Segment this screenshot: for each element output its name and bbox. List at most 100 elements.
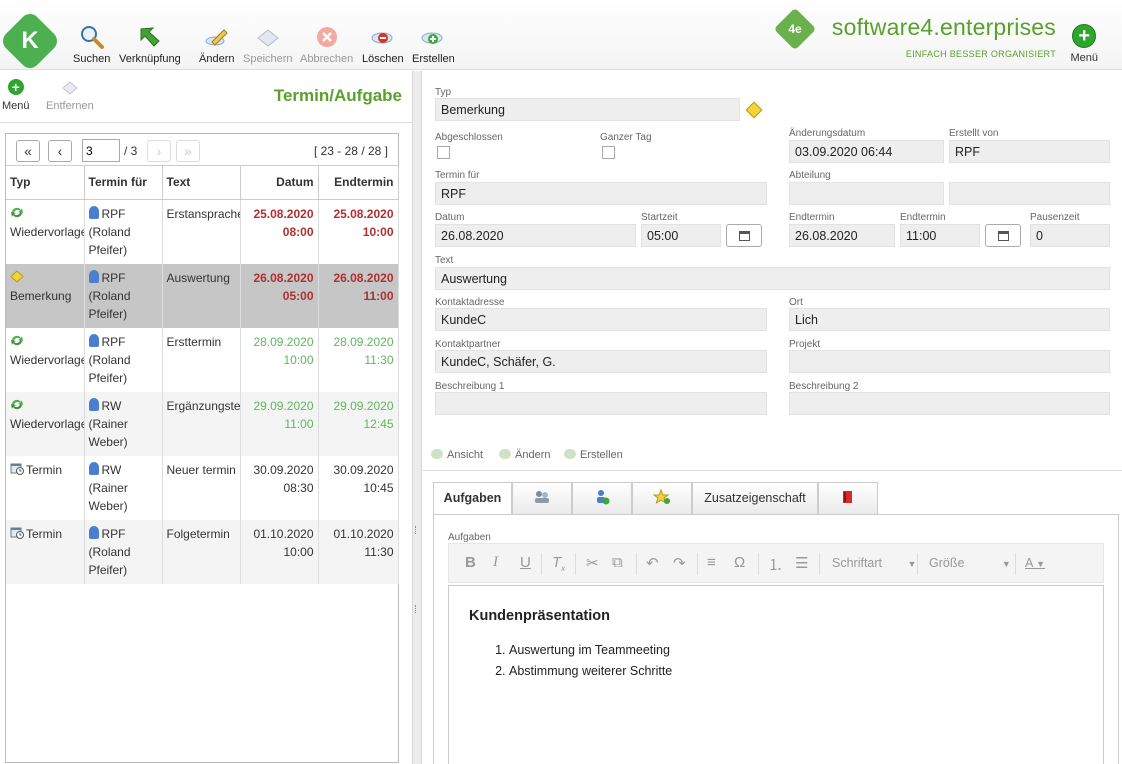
cell-datum: 29.09.2020 11:00 (240, 391, 319, 456)
horizontal-line-icon[interactable]: ≡ (707, 554, 716, 571)
save-button[interactable]: Speichern (243, 24, 293, 65)
note-diamond-icon (745, 101, 763, 119)
cell-termin-fuer: RPF (Roland Pfeifer) (84, 263, 163, 328)
datum-field[interactable]: 26.08.2020 (435, 224, 636, 247)
tab-aufgaben[interactable]: Aufgaben (433, 482, 512, 515)
text-field[interactable]: Auswertung (435, 267, 1110, 290)
tab-people[interactable] (512, 482, 572, 514)
text-color-icon[interactable]: A ▼ (1025, 556, 1045, 570)
underline-icon[interactable]: U (520, 554, 531, 571)
endtermin-field[interactable]: 26.08.2020 (789, 224, 895, 247)
kontaktpartner-field[interactable]: KundeC, Schäfer, G. (435, 350, 767, 373)
column-header-text[interactable]: Text (162, 166, 241, 200)
ganzer-tag-label: Ganzer Tag (600, 132, 652, 143)
table-row[interactable]: Wiedervorlage RPF (Roland Pfeifer) Erstterm… (6, 327, 399, 392)
table-row[interactable]: Wiedervorlage RW (Rainer Weber) Ergänzungst… (6, 391, 399, 456)
clear-format-icon[interactable]: Tx (552, 554, 565, 573)
font-size-select[interactable]: Größe ▼ (929, 556, 1011, 570)
end-calendar-button[interactable] (985, 224, 1021, 247)
main-menu-button[interactable]: + Menü (1070, 24, 1098, 64)
view-icon (431, 449, 443, 459)
font-family-select[interactable]: Schriftart ▼ (832, 556, 916, 570)
rich-text-editor[interactable]: Kundenpräsentation Auswertung im Teammee… (448, 585, 1104, 764)
detail-panel: Typ Bemerkung Abgeschlossen Ganzer Tag Ä… (423, 71, 1122, 764)
cell-typ: Wiedervorlage (6, 199, 85, 264)
column-header-typ[interactable]: Typ (6, 166, 85, 200)
typ-field[interactable]: Bemerkung (435, 98, 740, 121)
left-menu-button[interactable]: + Menü (2, 79, 30, 112)
link-button[interactable]: Verknüpfung (119, 24, 181, 65)
delete-button[interactable]: Löschen (362, 24, 404, 65)
cell-typ: Wiedervorlage (6, 327, 85, 392)
endtermin-time-field[interactable]: 11:00 (900, 224, 980, 247)
ort-label: Ort (789, 297, 803, 308)
column-header-datum[interactable]: Datum (240, 166, 319, 200)
beschreibung1-field[interactable] (435, 392, 767, 415)
prev-page-button[interactable]: ‹ (48, 140, 72, 162)
recurring-icon (11, 399, 23, 409)
special-char-icon[interactable]: Ω (734, 554, 745, 571)
double-chevron-right-icon: » (184, 143, 192, 159)
next-page-button[interactable]: › (147, 140, 171, 162)
record-range: [ 23 - 28 / 28 ] (313, 144, 388, 158)
edit-button[interactable]: Ändern (199, 24, 234, 65)
redo-icon[interactable]: ↷ (673, 554, 686, 572)
ganzer-tag-checkbox[interactable] (602, 146, 615, 159)
numbered-list-icon[interactable]: ⒈ (768, 554, 783, 575)
view-action[interactable]: Ansicht (431, 449, 483, 461)
start-calendar-button[interactable] (726, 224, 762, 247)
table-row[interactable]: Termin RPF (Roland Pfeifer) Folgetermin 01.1… (6, 519, 399, 584)
star-icon (652, 488, 670, 505)
app-logo[interactable]: K (0, 9, 62, 73)
search-button[interactable]: Suchen (73, 24, 110, 65)
delete-icon (371, 32, 393, 44)
bullet-list-icon[interactable]: ☰ (795, 554, 808, 572)
abteilung-field-2[interactable] (949, 182, 1110, 205)
tab-user-add[interactable] (572, 482, 632, 514)
endtermin-label: Endtermin (789, 212, 835, 223)
cut-icon[interactable]: ✂ (586, 554, 599, 572)
cancel-button[interactable]: Abbrechen (300, 24, 353, 65)
tab-book[interactable] (818, 482, 878, 514)
termin-fuer-field[interactable]: RPF (435, 182, 767, 205)
remove-button[interactable]: Entfernen (46, 79, 94, 112)
create-action[interactable]: Erstellen (564, 449, 623, 461)
abteilung-field[interactable] (789, 182, 944, 205)
italic-icon[interactable]: I (493, 554, 498, 571)
tab-zusatzeigenschaft[interactable]: Zusatzeigenschaft (692, 482, 818, 514)
cell-typ-label: Bemerkung (10, 288, 72, 303)
cell-endtermin: 29.09.2020 12:45 (318, 391, 399, 456)
bold-icon[interactable]: B (465, 554, 476, 571)
save-icon (256, 29, 279, 47)
abgeschlossen-checkbox[interactable] (437, 146, 450, 159)
panel-splitter[interactable] (412, 71, 422, 764)
table-row[interactable]: Wiedervorlage RPF (Roland Pfeifer) Erstansp… (6, 199, 399, 264)
beschreibung2-field[interactable] (789, 392, 1110, 415)
projekt-field[interactable] (789, 350, 1110, 373)
edit-action[interactable]: Ändern (499, 449, 550, 461)
column-header-endtermin[interactable]: Endtermin (318, 166, 399, 200)
cell-text: Ersttermin (162, 327, 241, 392)
cell-termin-fuer: RW (Rainer Weber) (84, 391, 163, 456)
termin-fuer-label: Termin für (435, 170, 480, 181)
plus-icon: + (1072, 24, 1097, 48)
page-number-input[interactable] (82, 139, 120, 162)
ort-field[interactable]: Lich (789, 308, 1110, 331)
calendar-icon (998, 231, 1009, 241)
cell-typ-label: Wiedervorlage (10, 352, 84, 367)
create-button[interactable]: Erstellen (412, 24, 455, 65)
table-row[interactable]: Termin RW (Rainer Weber) Neuer termin 30.09.… (6, 455, 399, 520)
user-add-icon (597, 490, 610, 505)
undo-icon[interactable]: ↶ (646, 554, 659, 572)
cell-text: Erstansprache (162, 199, 241, 264)
startzeit-field[interactable]: 05:00 (641, 224, 721, 247)
cell-endtermin: 01.10.2020 11:30 (318, 519, 399, 584)
kontaktadresse-field[interactable]: KundeC (435, 308, 767, 331)
last-page-button[interactable]: » (176, 140, 200, 162)
pausenzeit-field[interactable]: 0 (1030, 224, 1110, 247)
column-header-termin-fuer[interactable]: Termin für (84, 166, 163, 200)
copy-icon[interactable]: ⧉ (612, 554, 623, 571)
table-row[interactable]: Bemerkung RPF (Roland Pfeifer) Auswertung 26… (6, 263, 399, 328)
tab-star[interactable] (632, 482, 692, 514)
first-page-button[interactable]: « (16, 140, 40, 162)
